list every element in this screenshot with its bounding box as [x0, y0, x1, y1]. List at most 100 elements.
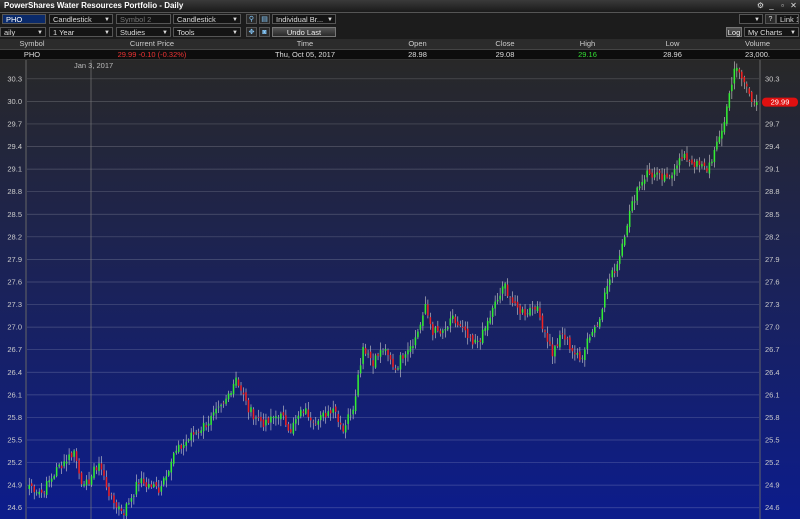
candle-body [153, 484, 155, 488]
chevron-down-icon: ▼ [104, 17, 110, 23]
candle-body [207, 423, 210, 426]
range-select[interactable]: 1 Year ▼ [49, 27, 113, 37]
candle-body [247, 400, 250, 413]
candle-body [377, 354, 379, 356]
my-charts-select[interactable]: My Charts ▼ [744, 27, 799, 37]
candle-body [524, 308, 526, 316]
tools-select[interactable]: Tools ▼ [173, 27, 241, 37]
candle-body [544, 330, 546, 333]
y-tick-label-left: 30.0 [7, 97, 22, 106]
candle-body [98, 463, 100, 472]
candle-body [230, 393, 232, 396]
toolbar-secondary: aily ▼ 1 Year ▼ Studies ▼ Tools ▼ ✥ ◙ Undo L… [0, 26, 800, 40]
window-title: PowerShares Water Resources Portfolio - … [4, 1, 184, 10]
camera-icon[interactable]: ◙ [259, 27, 270, 37]
y-tick-label-right: 25.8 [765, 413, 780, 422]
y-tick-label-left: 29.7 [7, 119, 22, 128]
y-tick-label-left: 27.0 [7, 323, 22, 332]
candle-body [195, 432, 197, 434]
candle-body [464, 326, 467, 331]
chart-type-select[interactable]: Candlestick ▼ [49, 14, 113, 24]
symbol2-input[interactable]: Symbol 2 [116, 14, 171, 24]
candle-body [471, 334, 474, 345]
y-tick-label-right: 26.7 [765, 345, 780, 354]
candle-body [202, 422, 205, 432]
layout-select[interactable]: Individual Br... ▼ [272, 14, 336, 24]
candle-body [419, 324, 422, 330]
candle-body [212, 412, 215, 416]
y-tick-label-right: 25.2 [765, 458, 780, 467]
candle-body [466, 328, 469, 338]
candle-body [105, 476, 108, 488]
header-close: Close [495, 39, 515, 48]
candle-body [394, 368, 397, 370]
candle-body [591, 331, 594, 336]
y-tick-label-left: 24.9 [7, 481, 22, 490]
chart-type2-select[interactable]: Candlestick ▼ [173, 14, 241, 24]
chevron-down-icon: ▼ [327, 17, 333, 23]
candle-body [379, 350, 382, 357]
candle-body [713, 149, 716, 163]
y-tick-label-left: 25.2 [7, 458, 22, 467]
candle-body [703, 162, 706, 166]
candle-body [170, 461, 173, 473]
candle-body [546, 333, 549, 342]
candle-body [444, 329, 447, 331]
candle-body [177, 444, 180, 452]
y-tick-label-right: 26.1 [765, 390, 780, 399]
candle-body [65, 461, 68, 464]
symbol2-placeholder: Symbol 2 [120, 15, 152, 24]
y-tick-label-left: 27.9 [7, 255, 22, 264]
candle-body [120, 508, 123, 512]
candle-body [596, 324, 599, 326]
candle-body [509, 298, 511, 300]
candle-body [402, 355, 404, 359]
crosshair-icon[interactable]: ✥ [246, 27, 257, 37]
candle-body [135, 481, 138, 495]
quote-close: 29.08 [495, 50, 515, 59]
symbol-input[interactable]: PHO [2, 14, 46, 24]
candle-body [397, 368, 399, 370]
candle-body [364, 348, 367, 354]
zoom-icon[interactable]: ⚲ [246, 14, 257, 24]
help-icon[interactable]: ? [765, 14, 776, 24]
candle-body [240, 385, 242, 391]
candle-body [427, 304, 429, 316]
candle-body [265, 419, 267, 426]
studies-select[interactable]: Studies ▼ [116, 27, 171, 37]
quote-symbol: PHO [23, 50, 41, 59]
minimize-icon[interactable]: _ [767, 1, 776, 10]
restore-icon[interactable]: ▫ [778, 1, 787, 10]
header-open: Open [408, 39, 427, 48]
link-select[interactable]: Link 1 [776, 14, 799, 24]
candle-body [53, 476, 55, 479]
candle-body [275, 416, 277, 419]
candle-body [584, 349, 586, 361]
candle-body [217, 406, 220, 408]
log-scale-button[interactable]: Log [726, 27, 742, 37]
quote-current-price: 29.99 -0.10 (-0.32%) [64, 50, 240, 59]
options-dropdown[interactable]: ▼ [739, 14, 763, 24]
candle-body [220, 404, 222, 407]
candle-body [327, 411, 329, 417]
price-chart[interactable]: Jan 3, 2017 24.6 24.9 25.2 25.5 25.8 26.1 26.4… [0, 60, 800, 519]
interval-select[interactable]: aily ▼ [0, 27, 46, 37]
candle-body [100, 463, 103, 470]
candle-body [755, 102, 758, 106]
close-icon[interactable]: ✕ [789, 1, 798, 10]
y-tick-label-left: 29.4 [7, 142, 22, 151]
candle-body [576, 353, 579, 355]
candle-body [534, 307, 536, 310]
candle-body [118, 506, 120, 510]
print-icon[interactable]: ▤ [259, 14, 270, 24]
candle-body [302, 411, 305, 413]
undo-last-button[interactable]: Undo Last [272, 27, 336, 37]
candle-body [439, 330, 442, 334]
settings-icon[interactable]: ⚙ [756, 1, 765, 10]
candle-body [736, 67, 738, 71]
candle-body [474, 339, 476, 343]
candle-body [305, 408, 307, 414]
studies-label: Studies [120, 28, 146, 37]
candle-body [599, 318, 601, 327]
header-low: Low [665, 39, 680, 48]
